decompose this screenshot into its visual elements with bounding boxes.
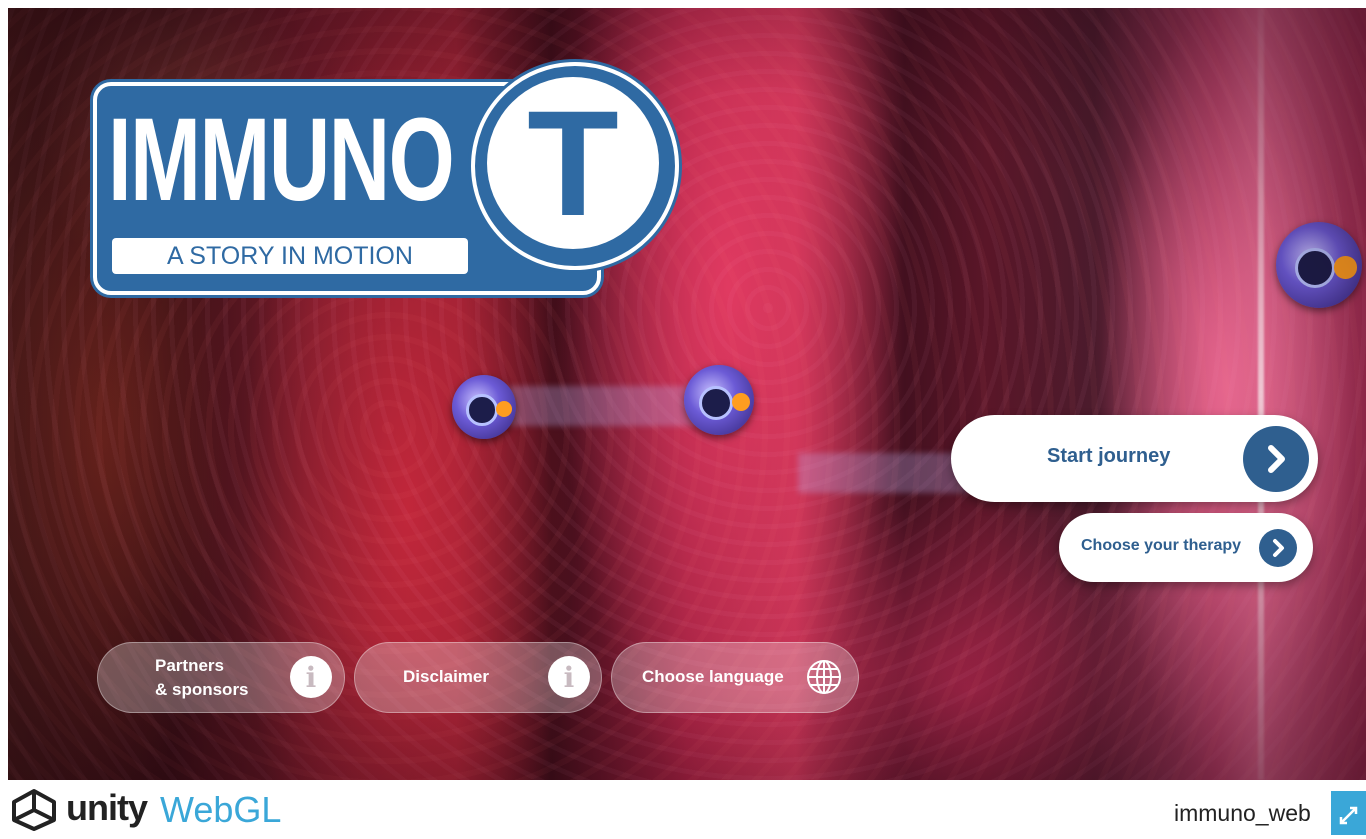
logo-title: IMMUNO	[108, 94, 455, 226]
logo-circle: T	[487, 77, 659, 249]
start-journey-button[interactable]: Start journey	[951, 415, 1318, 502]
info-icon: i	[290, 656, 332, 698]
info-icon: i	[548, 656, 590, 698]
disclaimer-button[interactable]: Disclaimer i	[354, 642, 602, 713]
choose-language-label: Choose language	[642, 667, 784, 686]
disclaimer-label: Disclaimer	[403, 667, 489, 686]
choose-therapy-button[interactable]: Choose your therapy	[1059, 513, 1313, 582]
webgl-wordmark: WebGL	[160, 789, 282, 830]
start-journey-label: Start journey	[1047, 445, 1171, 467]
logo-subtitle: A STORY IN MOTION	[112, 238, 468, 274]
choose-language-button[interactable]: Choose language	[611, 642, 859, 713]
webgl-footer: unity WebGL immuno_web	[0, 780, 1366, 835]
choose-therapy-label: Choose your therapy	[1081, 537, 1242, 554]
fullscreen-button[interactable]	[1331, 791, 1366, 835]
globe-icon	[807, 660, 841, 694]
chevron-right-icon	[1259, 529, 1297, 567]
partners-sponsors-label: Partners & sponsors	[155, 656, 249, 699]
fullscreen-icon	[1339, 806, 1358, 825]
unity-wordmark: unity	[66, 787, 148, 828]
project-name: immuno_web	[1174, 800, 1311, 826]
unity-logo-icon	[12, 789, 56, 831]
partners-sponsors-button[interactable]: Partners & sponsors i	[97, 642, 345, 713]
logo-letter: T	[527, 79, 619, 247]
chevron-right-icon	[1243, 426, 1309, 492]
